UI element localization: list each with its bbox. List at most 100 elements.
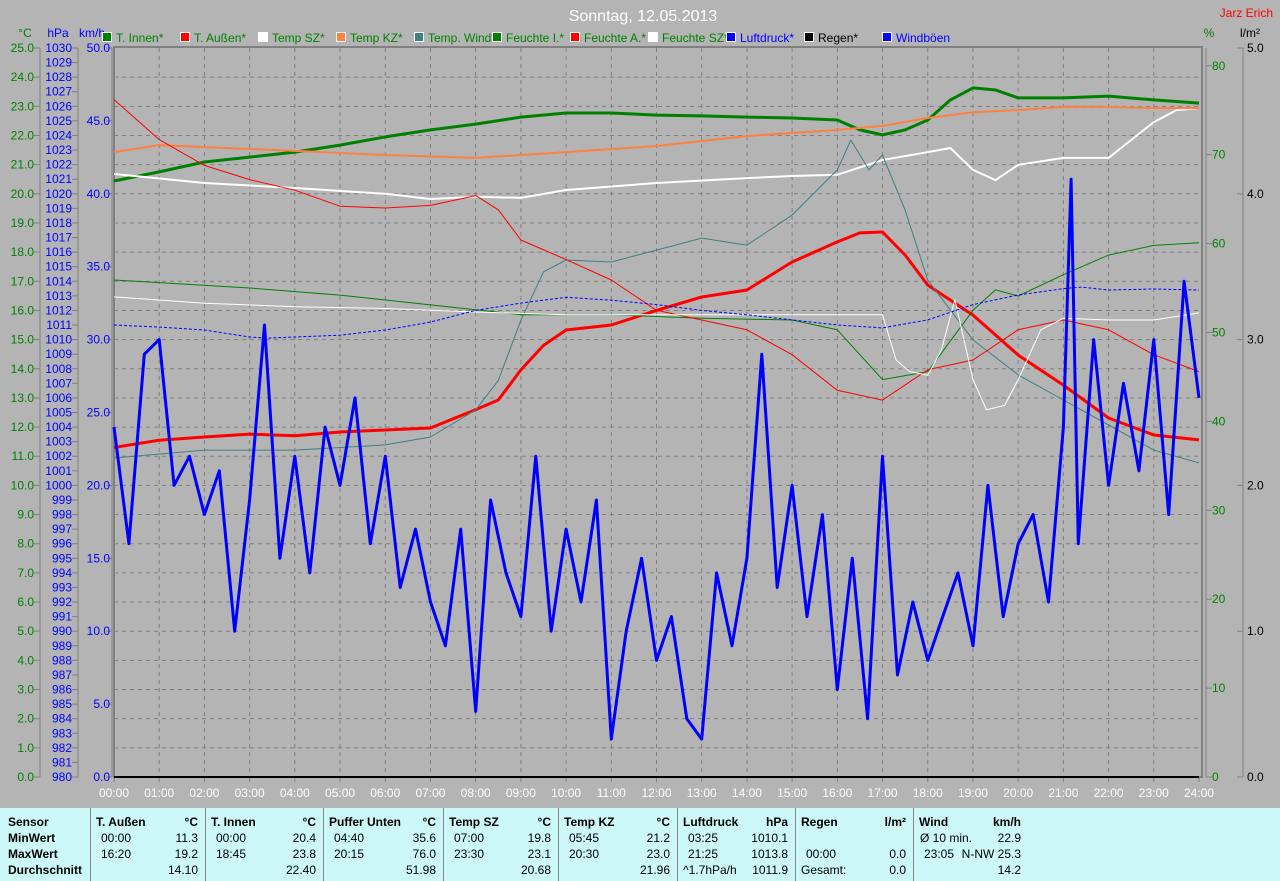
x-tick-label: 22:00: [1094, 786, 1124, 800]
humidity-axis-unit: %: [1204, 26, 1215, 40]
column-t-innen: T. Innen °C 00:00 20.4 18:45 23.8 22.40: [205, 808, 324, 881]
wind-tick-label: 0.0: [93, 770, 110, 784]
plot-frame: [113, 46, 1203, 778]
pressure-tick-label: 1006: [45, 391, 72, 405]
temp-tick-label: 20.0: [11, 187, 35, 201]
pressure-tick-label: 1007: [45, 376, 72, 390]
rain-tick-label: 4.0: [1247, 187, 1264, 201]
legend-swatch: [726, 32, 736, 42]
legend-swatch: [492, 32, 502, 42]
stats-table: Sensor MinWert MaxWert Durchschnitt T. Außen…: [0, 808, 1280, 881]
max-time: 20:30: [569, 847, 600, 861]
column-regen: Regen l/m² 00:00 0.0 Gesamt: 0.0: [795, 808, 914, 881]
max-time: 20:15: [334, 847, 365, 861]
x-tick-label: 06:00: [370, 786, 400, 800]
wind-tick-label: 5.0: [93, 697, 110, 711]
chart-title: Sonntag, 12.05.2013: [569, 8, 718, 25]
pressure-tick-label: 1009: [45, 347, 72, 361]
series-temp-wind: [113, 139, 1200, 464]
max-time: 18:45: [216, 847, 247, 861]
legend-swatch: [648, 32, 658, 42]
x-tick-label: 05:00: [325, 786, 355, 800]
pressure-tick-label: 1003: [45, 435, 72, 449]
column-header: T. Außen: [96, 815, 146, 829]
temp-tick-label: 22.0: [11, 128, 35, 142]
humidity-tick-label: 50: [1212, 325, 1226, 339]
max-value: 1013.8: [751, 847, 788, 861]
max-value: 23.0: [646, 847, 670, 861]
pressure-tick-label: 988: [52, 653, 72, 667]
min-time: 00:00: [216, 831, 247, 845]
temp-tick-label: 16.0: [11, 303, 35, 317]
legend-label: Regen*: [818, 31, 858, 45]
pressure-tick-label: 980: [52, 770, 72, 784]
row-labels: Sensor MinWert MaxWert Durchschnitt: [0, 808, 90, 881]
temp-axis-unit: °C: [18, 26, 32, 40]
pressure-tick-label: 993: [52, 580, 72, 594]
pressure-tick-label: 991: [52, 610, 72, 624]
column-puffer-unten: Puffer Unten °C 04:40 35.6 20:15 76.0 51.98: [323, 808, 444, 881]
min-time: 04:40: [334, 831, 365, 845]
pressure-tick-label: 1001: [45, 464, 72, 478]
x-tick-label: 09:00: [506, 786, 536, 800]
avg-value: 14.2: [997, 863, 1021, 877]
rain-tick-label: 0.0: [1247, 770, 1264, 784]
series-t-innen: [113, 86, 1200, 183]
x-tick-label: 12:00: [641, 786, 671, 800]
pressure-tick-label: 1010: [45, 333, 72, 347]
column-temp-kz: Temp KZ °C 05:45 21.2 20:30 23.0 21.96: [558, 808, 678, 881]
temp-tick-label: 25.0: [11, 41, 35, 55]
row-label: MaxWert: [8, 847, 58, 861]
wind-tick-label: 10.0: [87, 624, 111, 638]
min-time: 00:00: [101, 831, 132, 845]
pressure-tick-label: 984: [52, 712, 72, 726]
humidity-tick-label: 40: [1212, 414, 1226, 428]
avg-value: 21.96: [639, 863, 670, 877]
pressure-tick-label: 998: [52, 508, 72, 522]
legend-label: Temp SZ*: [272, 31, 325, 45]
x-tick-label: 08:00: [461, 786, 491, 800]
legend-item: Temp KZ*: [336, 31, 403, 45]
pressure-tick-label: 1000: [45, 478, 72, 492]
pressure-tick-label: 995: [52, 551, 72, 565]
min-value: 35.6: [412, 831, 436, 845]
pressure-tick-label: 1016: [45, 245, 72, 259]
avg-value: 1011.9: [752, 863, 788, 877]
max-time: 23:30: [454, 847, 485, 861]
x-tick-label: 04:00: [280, 786, 310, 800]
temp-tick-label: 4.0: [17, 653, 34, 667]
x-tick-label: 10:00: [551, 786, 581, 800]
temp-tick-label: 3.0: [17, 683, 34, 697]
x-tick-label: 07:00: [415, 786, 445, 800]
temp-tick-label: 7.0: [17, 566, 34, 580]
min-value: 20.4: [292, 831, 316, 845]
temp-tick-label: 6.0: [17, 595, 34, 609]
max-value: 0.0: [889, 847, 906, 861]
x-tick-label: 02:00: [189, 786, 219, 800]
legend-label: Temp. Wind*: [428, 31, 496, 45]
row-label: MinWert: [8, 831, 56, 845]
legend-swatch: [414, 32, 424, 42]
column-header: Temp KZ: [564, 815, 615, 829]
pressure-tick-label: 1002: [45, 449, 72, 463]
avg-value: 20.68: [520, 863, 551, 877]
temp-tick-label: 9.0: [17, 508, 34, 522]
legend-label: Windböen: [896, 31, 950, 45]
x-tick-label: 11:00: [597, 786, 626, 800]
legend-swatch: [336, 32, 346, 42]
pressure-tick-label: 985: [52, 697, 72, 711]
pressure-tick-label: 1028: [45, 70, 72, 84]
column-unit: °C: [537, 815, 551, 829]
avg-value: 22.40: [285, 863, 316, 877]
x-tick-label: 17:00: [868, 786, 898, 800]
max-value: N-NW 25.3: [961, 847, 1021, 861]
legend-item: Temp SZ*: [258, 31, 325, 45]
temp-tick-label: 14.0: [11, 362, 35, 376]
pressure-tick-label: 1020: [45, 187, 72, 201]
pressure-tick-label: 1011: [46, 318, 72, 332]
column-unit: °C: [302, 815, 316, 829]
legend-swatch: [102, 32, 112, 42]
column-t-außen: T. Außen °C 00:00 11.3 16:20 19.2 14.10: [90, 808, 206, 881]
max-time: 21:25: [688, 847, 719, 861]
pressure-tick-label: 996: [52, 537, 72, 551]
